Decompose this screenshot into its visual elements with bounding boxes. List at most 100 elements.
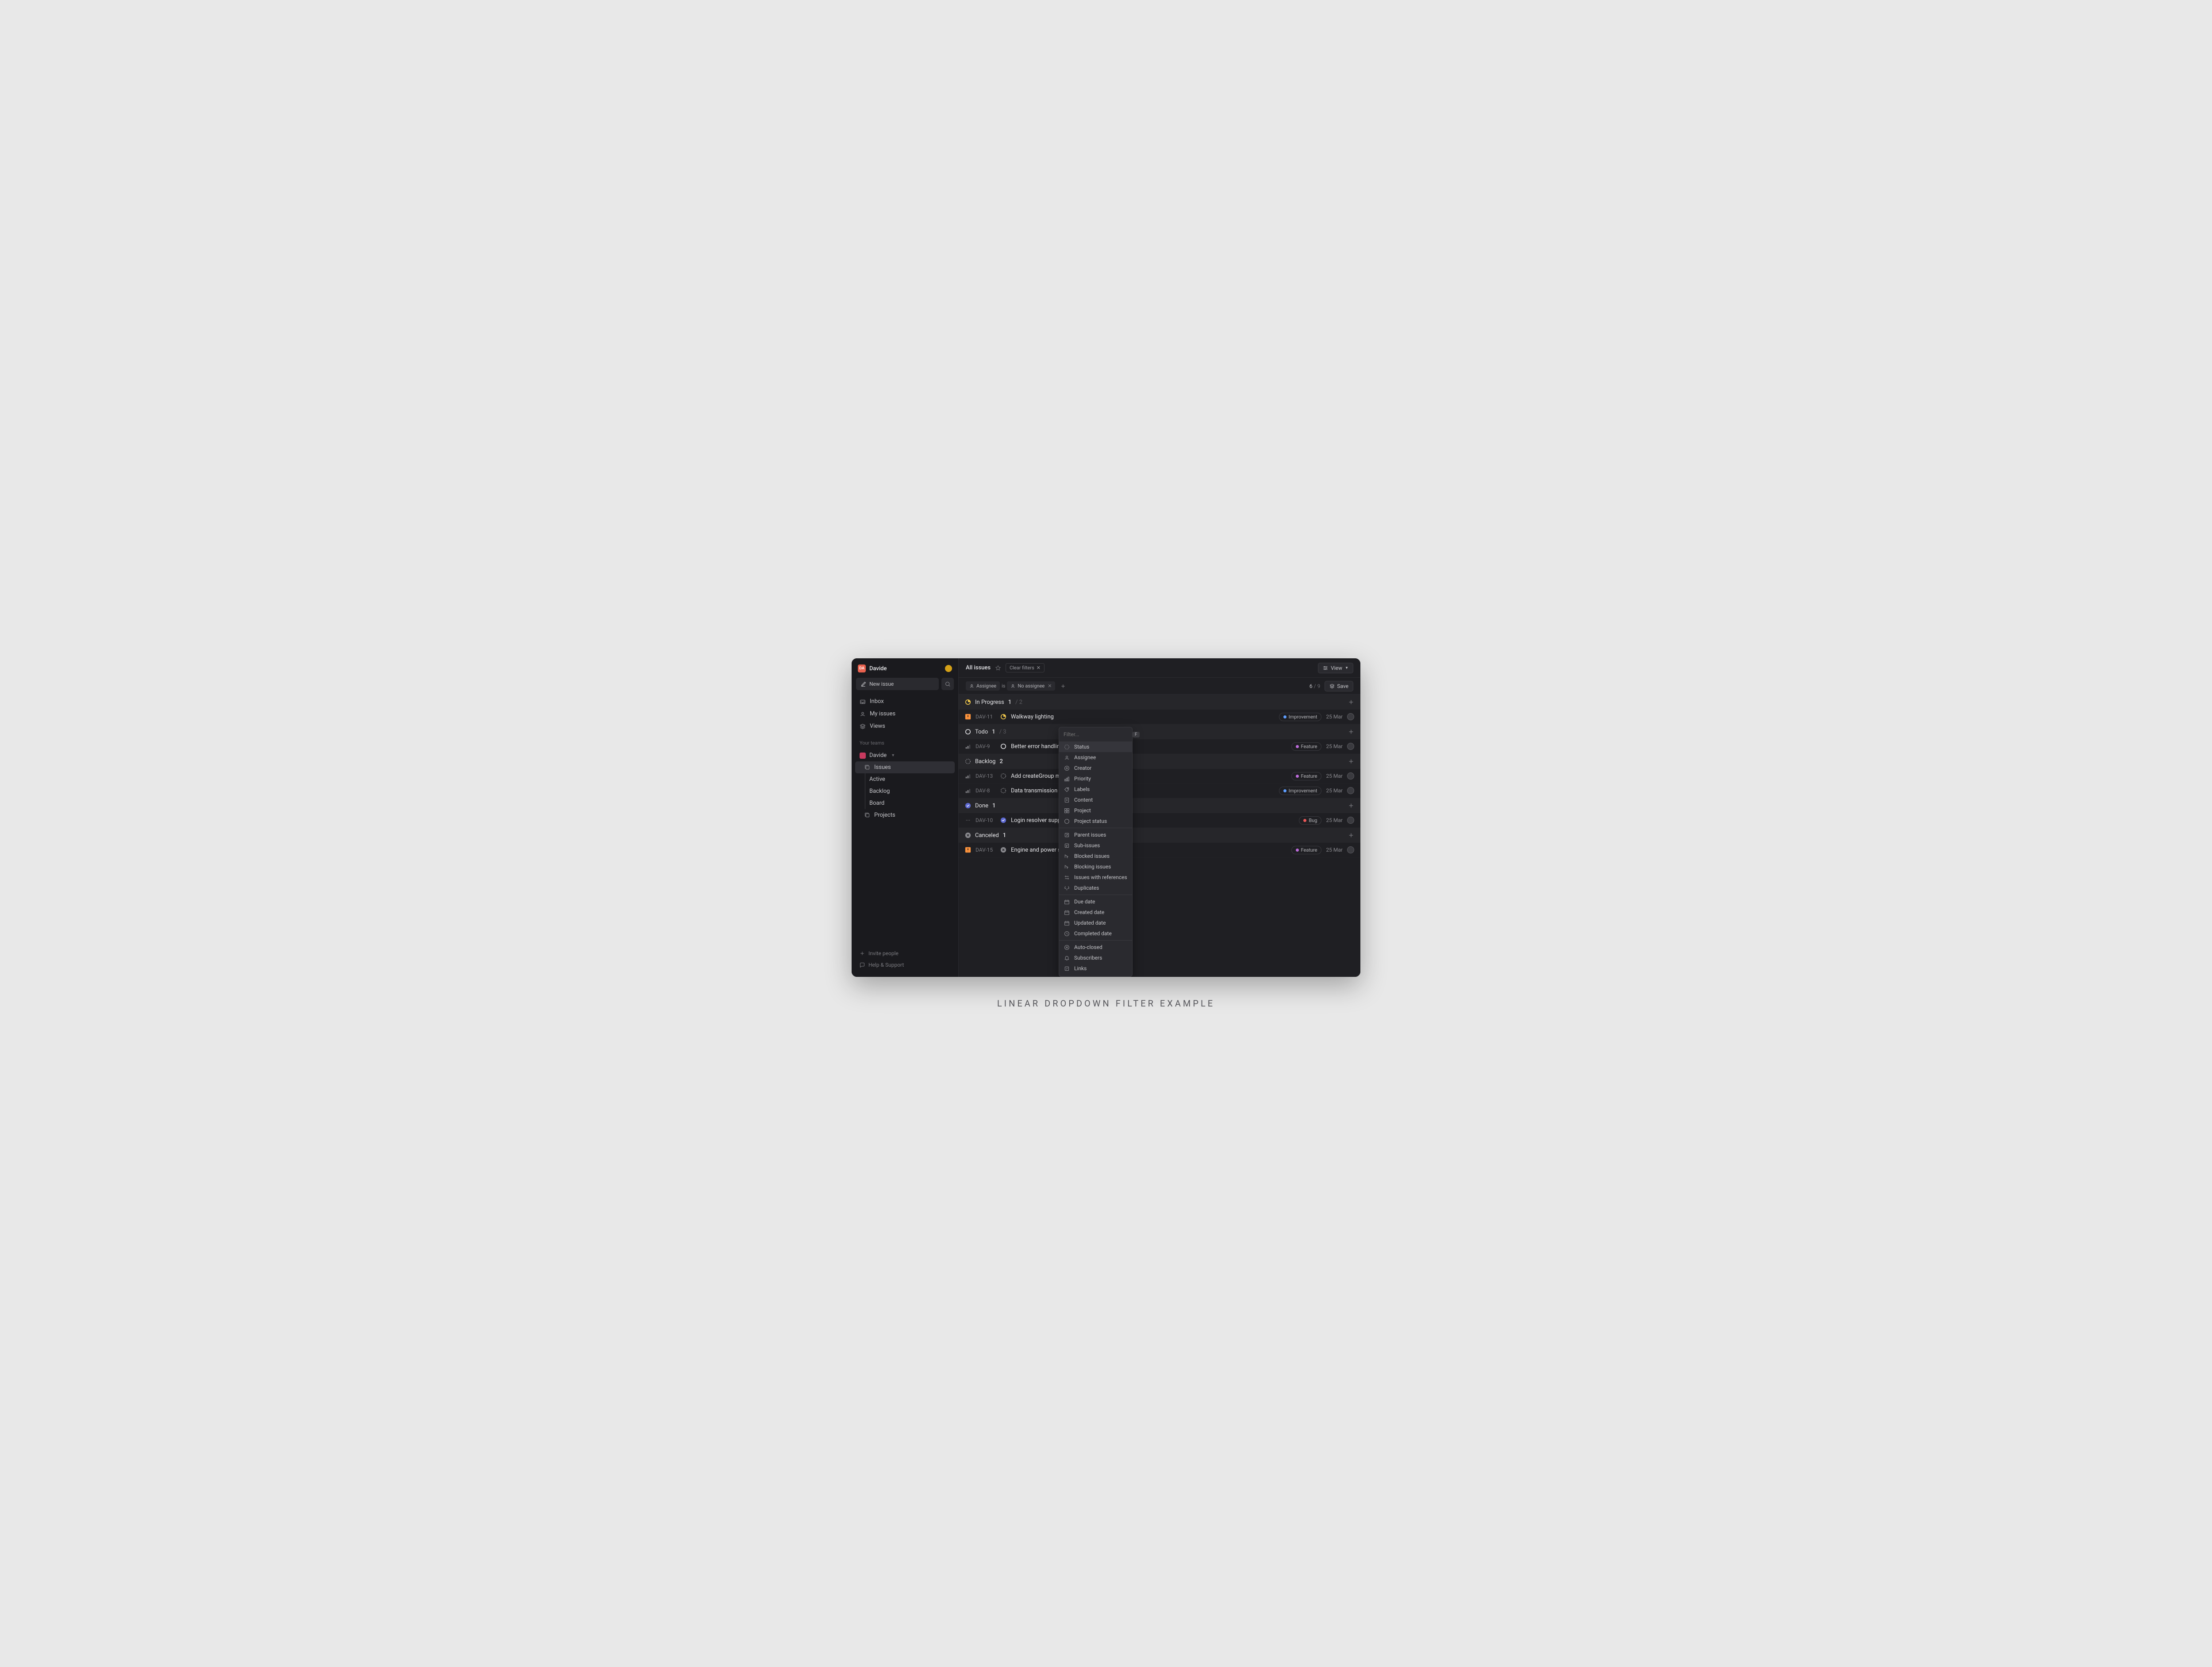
footer-help-support[interactable]: Help & Support <box>855 959 955 971</box>
priority-icon[interactable] <box>965 714 971 720</box>
save-button[interactable]: Save <box>1325 681 1353 691</box>
assignee-avatar[interactable] <box>1347 817 1354 824</box>
dropdown-item-blocking-issues[interactable]: Blocking issues <box>1059 861 1132 872</box>
issue-list[interactable]: In Progress 1 / 2 DAV-11 Walkway lightin… <box>959 695 1360 977</box>
cal-icon <box>1064 920 1070 926</box>
issue-row[interactable]: DAV-10 Login resolver support Bug 25 Mar <box>959 813 1360 828</box>
status-icon <box>1064 744 1070 750</box>
blocked-icon <box>1064 853 1070 859</box>
label-pill[interactable]: Feature <box>1291 846 1322 854</box>
label-pill[interactable]: Improvement <box>1279 787 1322 795</box>
dropdown-item-completed-date[interactable]: Completed date <box>1059 928 1132 939</box>
group-name: Canceled <box>975 832 999 839</box>
add-issue-button[interactable] <box>1348 803 1354 809</box>
label-pill[interactable]: Feature <box>1291 772 1322 780</box>
label-pill[interactable]: Feature <box>1291 742 1322 751</box>
workspace-avatar[interactable]: DA <box>858 664 866 672</box>
dropdown-item-created-date[interactable]: Created date <box>1059 907 1132 918</box>
dropdown-item-project[interactable]: Project <box>1059 805 1132 816</box>
dropdown-item-content[interactable]: Content <box>1059 795 1132 805</box>
issue-row[interactable]: DAV-11 Walkway lighting Improvement 25 M… <box>959 710 1360 724</box>
issue-title: Walkway lighting <box>1011 714 1275 720</box>
assignee-avatar[interactable] <box>1347 787 1354 794</box>
dropdown-item-creator[interactable]: Creator <box>1059 763 1132 773</box>
team-item-davide[interactable]: Davide ▼ <box>855 749 955 761</box>
group-header-in-progress[interactable]: In Progress 1 / 2 <box>959 695 1360 710</box>
dropdown-item-subscribers[interactable]: Subscribers <box>1059 953 1132 963</box>
group-header-canceled[interactable]: Canceled 1 <box>959 828 1360 843</box>
nav-item-inbox[interactable]: Inbox <box>855 695 955 707</box>
tree-item-board[interactable]: Board <box>855 797 955 809</box>
issue-row[interactable]: DAV-13 Add createGroup muta Feature 25 M… <box>959 769 1360 784</box>
issue-row[interactable]: DAV-15 Engine and power syst Feature 25 … <box>959 843 1360 857</box>
team-name: Davide <box>869 752 887 759</box>
assignee-avatar[interactable] <box>1347 743 1354 750</box>
content-icon <box>1064 797 1070 803</box>
footer-invite-people[interactable]: Invite people <box>855 948 955 959</box>
priority-icon <box>1064 776 1070 782</box>
page-title: All issues <box>966 664 991 671</box>
priority-icon[interactable] <box>965 847 971 853</box>
dropdown-item-issues-with-references[interactable]: Issues with references <box>1059 872 1132 883</box>
label-pill[interactable]: Bug <box>1299 816 1321 825</box>
add-issue-button[interactable] <box>1348 729 1354 735</box>
issue-row[interactable]: DAV-9 Better error handling Feature 25 M… <box>959 739 1360 754</box>
label-dot <box>1296 849 1299 852</box>
dropdown-item-assignee[interactable]: Assignee <box>1059 752 1132 763</box>
dropdown-item-blocked-issues[interactable]: Blocked issues <box>1059 851 1132 861</box>
new-issue-button[interactable]: New issue <box>856 678 939 690</box>
tree-label: Active <box>869 776 885 783</box>
add-issue-button[interactable] <box>1348 758 1354 764</box>
tree-label: Backlog <box>869 788 890 795</box>
view-button[interactable]: View ▼ <box>1318 663 1353 673</box>
tree-item-issues[interactable]: Issues <box>855 761 955 773</box>
dropdown-item-duplicates[interactable]: Duplicates <box>1059 883 1132 893</box>
dropdown-item-due-date[interactable]: Due date <box>1059 896 1132 907</box>
search-button[interactable] <box>941 678 954 690</box>
dropdown-item-label: Content <box>1074 797 1093 803</box>
clear-filters-button[interactable]: Clear filters ✕ <box>1006 663 1045 672</box>
dropdown-item-project-status[interactable]: Project status <box>1059 816 1132 826</box>
dropdown-item-labels[interactable]: Labels <box>1059 784 1132 795</box>
dropdown-item-label: Blocking issues <box>1074 864 1111 870</box>
group-header-done[interactable]: Done 1 <box>959 798 1360 813</box>
group-header-backlog[interactable]: Backlog 2 <box>959 754 1360 769</box>
user-icon <box>969 684 974 688</box>
add-issue-button[interactable] <box>1348 699 1354 705</box>
compose-icon <box>860 681 866 687</box>
priority-icon[interactable] <box>965 787 971 794</box>
group-name: In Progress <box>975 699 1004 706</box>
dropdown-item-links[interactable]: Links <box>1059 963 1132 974</box>
main: All issues Clear filters ✕ View ▼ Assign… <box>959 658 1360 977</box>
group-header-todo[interactable]: Todo 1 / 3 <box>959 724 1360 739</box>
tree-item-active[interactable]: Active <box>855 773 955 785</box>
dropdown-item-status[interactable]: Status <box>1059 741 1132 752</box>
dropdown-item-parent-issues[interactable]: Parent issues <box>1059 830 1132 840</box>
nav-item-views[interactable]: Views <box>855 720 955 732</box>
dropdown-item-updated-date[interactable]: Updated date <box>1059 918 1132 928</box>
workspace-name[interactable]: Davide <box>869 665 941 672</box>
nav-item-my-issues[interactable]: My issues <box>855 708 955 720</box>
issue-row[interactable]: DAV-8 Data transmission Improvement 25 M… <box>959 784 1360 798</box>
filter-chip-assignee[interactable]: Assignee <box>966 681 1000 691</box>
dropdown-item-priority[interactable]: Priority <box>1059 773 1132 784</box>
priority-icon[interactable] <box>965 743 971 749</box>
star-icon[interactable] <box>995 665 1001 671</box>
priority-icon[interactable] <box>965 817 971 823</box>
filter-chip-no-assignee[interactable]: No assignee✕ <box>1007 681 1055 691</box>
add-filter-button[interactable] <box>1058 682 1068 691</box>
dropdown-item-sub-issues[interactable]: Sub-issues <box>1059 840 1132 851</box>
assignee-avatar[interactable] <box>1347 846 1354 853</box>
clock-icon <box>1064 930 1070 937</box>
tree-item-projects[interactable]: Projects <box>855 809 955 821</box>
assignee-avatar[interactable] <box>1347 772 1354 780</box>
tree-item-backlog[interactable]: Backlog <box>855 785 955 797</box>
label-pill[interactable]: Improvement <box>1279 713 1322 721</box>
close-icon[interactable]: ✕ <box>1048 683 1052 689</box>
assignee-avatar[interactable] <box>1347 713 1354 720</box>
add-issue-button[interactable] <box>1348 832 1354 838</box>
dropdown-item-auto-closed[interactable]: Auto-closed <box>1059 942 1132 953</box>
count-info: 6 / 9 Save <box>1310 681 1353 691</box>
dropdown-search-input[interactable] <box>1064 731 1133 737</box>
priority-icon[interactable] <box>965 773 971 779</box>
